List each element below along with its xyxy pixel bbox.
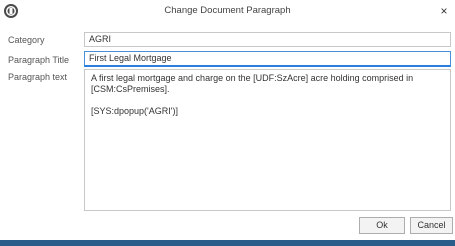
title-bar: Change Document Paragraph × bbox=[0, 0, 455, 22]
paragraph-text-line: [SYS:dpopup('AGRI')] bbox=[91, 106, 178, 116]
taskbar-strip bbox=[0, 240, 455, 246]
close-icon[interactable]: × bbox=[437, 3, 451, 19]
paragraph-title-label: Paragraph Title bbox=[8, 55, 70, 65]
paragraph-text-area[interactable]: A first legal mortgage and charge on the… bbox=[84, 69, 451, 211]
ok-button[interactable]: Ok bbox=[359, 217, 405, 234]
cancel-button[interactable]: Cancel bbox=[410, 217, 453, 234]
paragraph-title-input[interactable]: First Legal Mortgage bbox=[84, 51, 451, 67]
category-label: Category bbox=[8, 35, 45, 45]
paragraph-text-line: [CSM:CsPremises]. bbox=[91, 84, 170, 94]
paragraph-text-blank bbox=[91, 95, 444, 106]
paragraph-text-line: A first legal mortgage and charge on the… bbox=[91, 73, 414, 83]
category-field[interactable]: AGRI bbox=[84, 32, 451, 47]
window-title: Change Document Paragraph bbox=[164, 5, 291, 16]
paragraph-text-label: Paragraph text bbox=[8, 72, 68, 82]
